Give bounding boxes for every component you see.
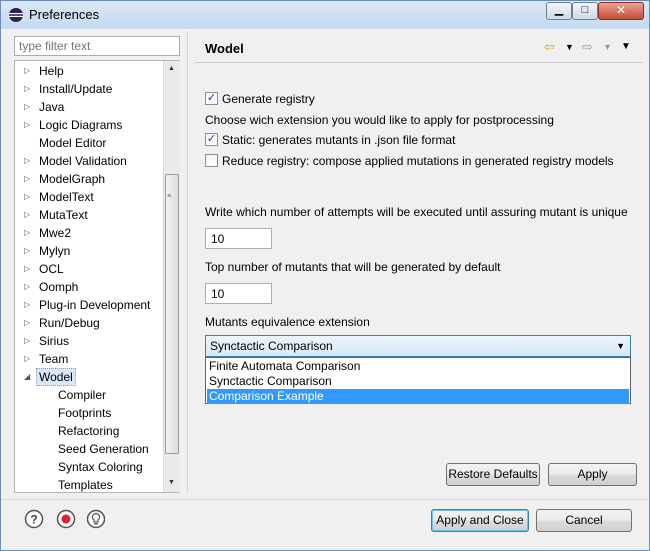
collapsed-arrow-icon[interactable]: ▷	[24, 260, 34, 278]
tree-item-label: Model Validation	[39, 154, 127, 168]
header-divider	[195, 62, 643, 63]
tree-item-label: OCL	[39, 262, 64, 276]
tree-item-label: MutaText	[39, 208, 88, 222]
forward-icon[interactable]: ⇨	[582, 39, 593, 55]
page-title: Wodel	[205, 41, 244, 56]
maximize-icon: □	[581, 4, 589, 16]
attempts-label: Write which number of attempts will be e…	[205, 205, 628, 219]
tree-item-label: Refactoring	[58, 424, 120, 438]
tree-item-label: Templates	[58, 478, 113, 492]
dropdown-option[interactable]: Finite Automata Comparison	[207, 359, 629, 374]
tree-item-label: Model Editor	[39, 136, 107, 150]
tree-item-label: ModelGraph	[39, 172, 106, 186]
equivalence-select[interactable]: Synctactic Comparison ▼	[205, 335, 631, 357]
cancel-button[interactable]: Cancel	[536, 509, 632, 532]
tree-item-label: Team	[39, 352, 69, 366]
preferences-window: Preferences ▁ □ ✕ ▷ Help ▷ Install/Update ▷ J…	[0, 0, 650, 551]
collapsed-arrow-icon[interactable]: ▷	[24, 206, 34, 224]
forward-menu-icon[interactable]: ▼	[603, 39, 612, 55]
tree-item-label: Logic Diagrams	[39, 118, 123, 132]
collapsed-arrow-icon[interactable]: ▷	[24, 242, 34, 260]
reduce-registry-label: Reduce registry: compose applied mutatio…	[222, 154, 614, 168]
collapsed-arrow-icon	[24, 134, 34, 152]
collapsed-arrow-icon[interactable]: ▷	[24, 278, 34, 296]
collapsed-arrow-icon[interactable]: ▷	[24, 296, 34, 314]
tip-icon[interactable]	[86, 509, 106, 529]
collapsed-arrow-icon[interactable]: ▷	[24, 188, 34, 206]
extension-prompt: Choose wich extension you would like to …	[205, 113, 554, 127]
close-button[interactable]: ✕	[598, 2, 644, 20]
tree-item-label: Syntax Coloring	[58, 460, 143, 474]
collapsed-arrow-icon[interactable]: ▷	[24, 80, 34, 98]
apply-and-close-button[interactable]: Apply and Close	[431, 509, 529, 532]
equivalence-label: Mutants equivalence extension	[205, 315, 370, 329]
scroll-up-icon[interactable]: ▲	[168, 65, 175, 72]
collapsed-arrow-icon[interactable]: ▷	[24, 170, 34, 188]
tree-item-label: ModelText	[39, 190, 94, 204]
collapsed-arrow-icon[interactable]: ▷	[24, 314, 34, 332]
filter-input[interactable]	[14, 36, 180, 56]
title-bar: Preferences ▁ □ ✕	[1, 1, 649, 29]
tree-item-label: Compiler	[58, 388, 107, 402]
tree-item-label: Java	[39, 100, 65, 114]
tree-item-label: Plug-in Development	[39, 298, 151, 312]
back-menu-icon[interactable]: ▼	[565, 39, 574, 55]
tree-item-label: Oomph	[39, 280, 79, 294]
tree-item-label: Sirius	[39, 334, 70, 348]
tree-scrollbar[interactable]: ▲ ≡ ▼	[163, 61, 180, 492]
top-mutants-label: Top number of mutants that will be gener…	[205, 260, 501, 274]
collapsed-arrow-icon[interactable]: ▷	[24, 98, 34, 116]
apply-button[interactable]: Apply	[548, 463, 637, 486]
collapsed-arrow-icon[interactable]: ▷	[24, 350, 34, 368]
collapsed-arrow-icon[interactable]: ▷	[24, 62, 34, 80]
restore-defaults-button[interactable]: Restore Defaults	[446, 463, 540, 486]
collapsed-arrow-icon[interactable]: ▷	[24, 152, 34, 170]
checkbox-checked-icon[interactable]: ✓	[205, 92, 218, 105]
minimize-icon: ▁	[554, 4, 564, 16]
window-title: Preferences	[29, 7, 100, 22]
top-mutants-input[interactable]: 10	[205, 283, 272, 304]
attempts-input[interactable]: 10	[205, 228, 272, 249]
checkbox-checked-icon[interactable]: ✓	[205, 133, 218, 146]
minimize-button[interactable]: ▁	[546, 2, 572, 20]
tree-item-label: Install/Update	[39, 82, 113, 96]
static-label: Static: generates mutants in .json file …	[222, 133, 456, 147]
tree-item-label: Mwe2	[39, 226, 72, 240]
expanded-arrow-icon[interactable]: ◢	[24, 368, 34, 386]
collapsed-arrow-icon[interactable]: ▷	[24, 224, 34, 242]
help-icon[interactable]: ?	[24, 509, 44, 529]
equivalence-dropdown-list: Finite Automata Comparison Synctactic Co…	[205, 357, 631, 404]
chevron-down-icon[interactable]: ▼	[616, 341, 625, 351]
preference-tree: ▷ Help ▷ Install/Update ▷ Java ▷ Logic Diagrams…	[14, 60, 180, 493]
record-icon[interactable]	[56, 509, 76, 529]
tree-item-label: Run/Debug	[39, 316, 100, 330]
equivalence-selected-value: Synctactic Comparison	[210, 339, 333, 353]
dropdown-option-highlighted[interactable]: Comparison Example	[207, 389, 629, 404]
dropdown-option[interactable]: Synctactic Comparison	[207, 374, 629, 389]
maximize-button[interactable]: □	[572, 2, 598, 20]
view-menu-icon[interactable]: ▼	[621, 39, 631, 55]
scroll-down-icon[interactable]: ▼	[168, 479, 175, 486]
pane-divider[interactable]	[187, 31, 188, 493]
tree-item-label: Help	[39, 64, 64, 78]
tree-item-label: Seed Generation	[58, 442, 149, 456]
close-icon: ✕	[615, 3, 627, 17]
svg-text:?: ?	[30, 513, 37, 527]
eclipse-icon	[9, 8, 23, 22]
collapsed-arrow-icon[interactable]: ▷	[24, 116, 34, 134]
scroll-thumb[interactable]	[165, 174, 179, 454]
back-icon[interactable]: ⇦	[544, 39, 555, 55]
grip-icon: ≡	[167, 193, 172, 200]
collapsed-arrow-icon[interactable]: ▷	[24, 332, 34, 350]
tree-item-label: Mylyn	[39, 244, 71, 258]
generate-registry-label: Generate registry	[222, 92, 315, 106]
footer-divider	[1, 499, 649, 500]
checkbox-unchecked-icon[interactable]	[205, 154, 218, 167]
tree-item-label: Wodel	[36, 368, 76, 386]
tree-item-label: Footprints	[58, 406, 112, 420]
